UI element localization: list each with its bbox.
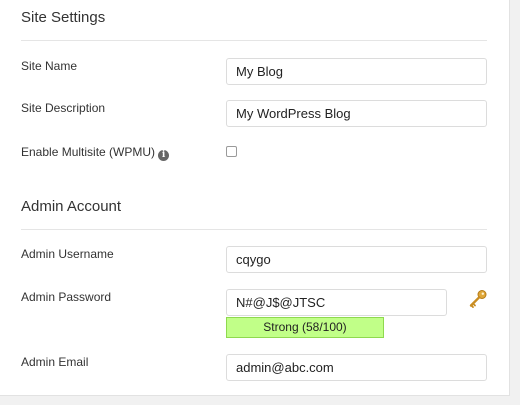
site-settings-heading: Site Settings (21, 9, 106, 26)
admin-password-label: Admin Password (21, 290, 112, 304)
site-name-input[interactable] (226, 58, 487, 85)
password-strength-meter: Strong (58/100) (226, 317, 384, 338)
multisite-label-row: Enable Multisite (WPMU) i (21, 145, 170, 161)
section-divider (21, 40, 487, 41)
site-description-input[interactable] (226, 100, 487, 127)
key-icon[interactable] (468, 289, 488, 309)
settings-panel: Site Settings Site Name Site Description… (0, 0, 510, 396)
admin-username-label: Admin Username (21, 247, 114, 261)
admin-email-input[interactable] (226, 354, 487, 381)
admin-email-label: Admin Email (21, 355, 89, 369)
multisite-label: Enable Multisite (WPMU) (21, 145, 156, 159)
admin-account-heading: Admin Account (21, 198, 122, 215)
admin-username-input[interactable] (226, 246, 487, 273)
site-name-label: Site Name (21, 59, 78, 73)
multisite-checkbox[interactable] (226, 146, 237, 157)
admin-password-input[interactable] (226, 289, 447, 316)
section-divider (21, 229, 487, 230)
info-icon[interactable]: i (158, 150, 170, 161)
site-description-label: Site Description (21, 101, 106, 115)
